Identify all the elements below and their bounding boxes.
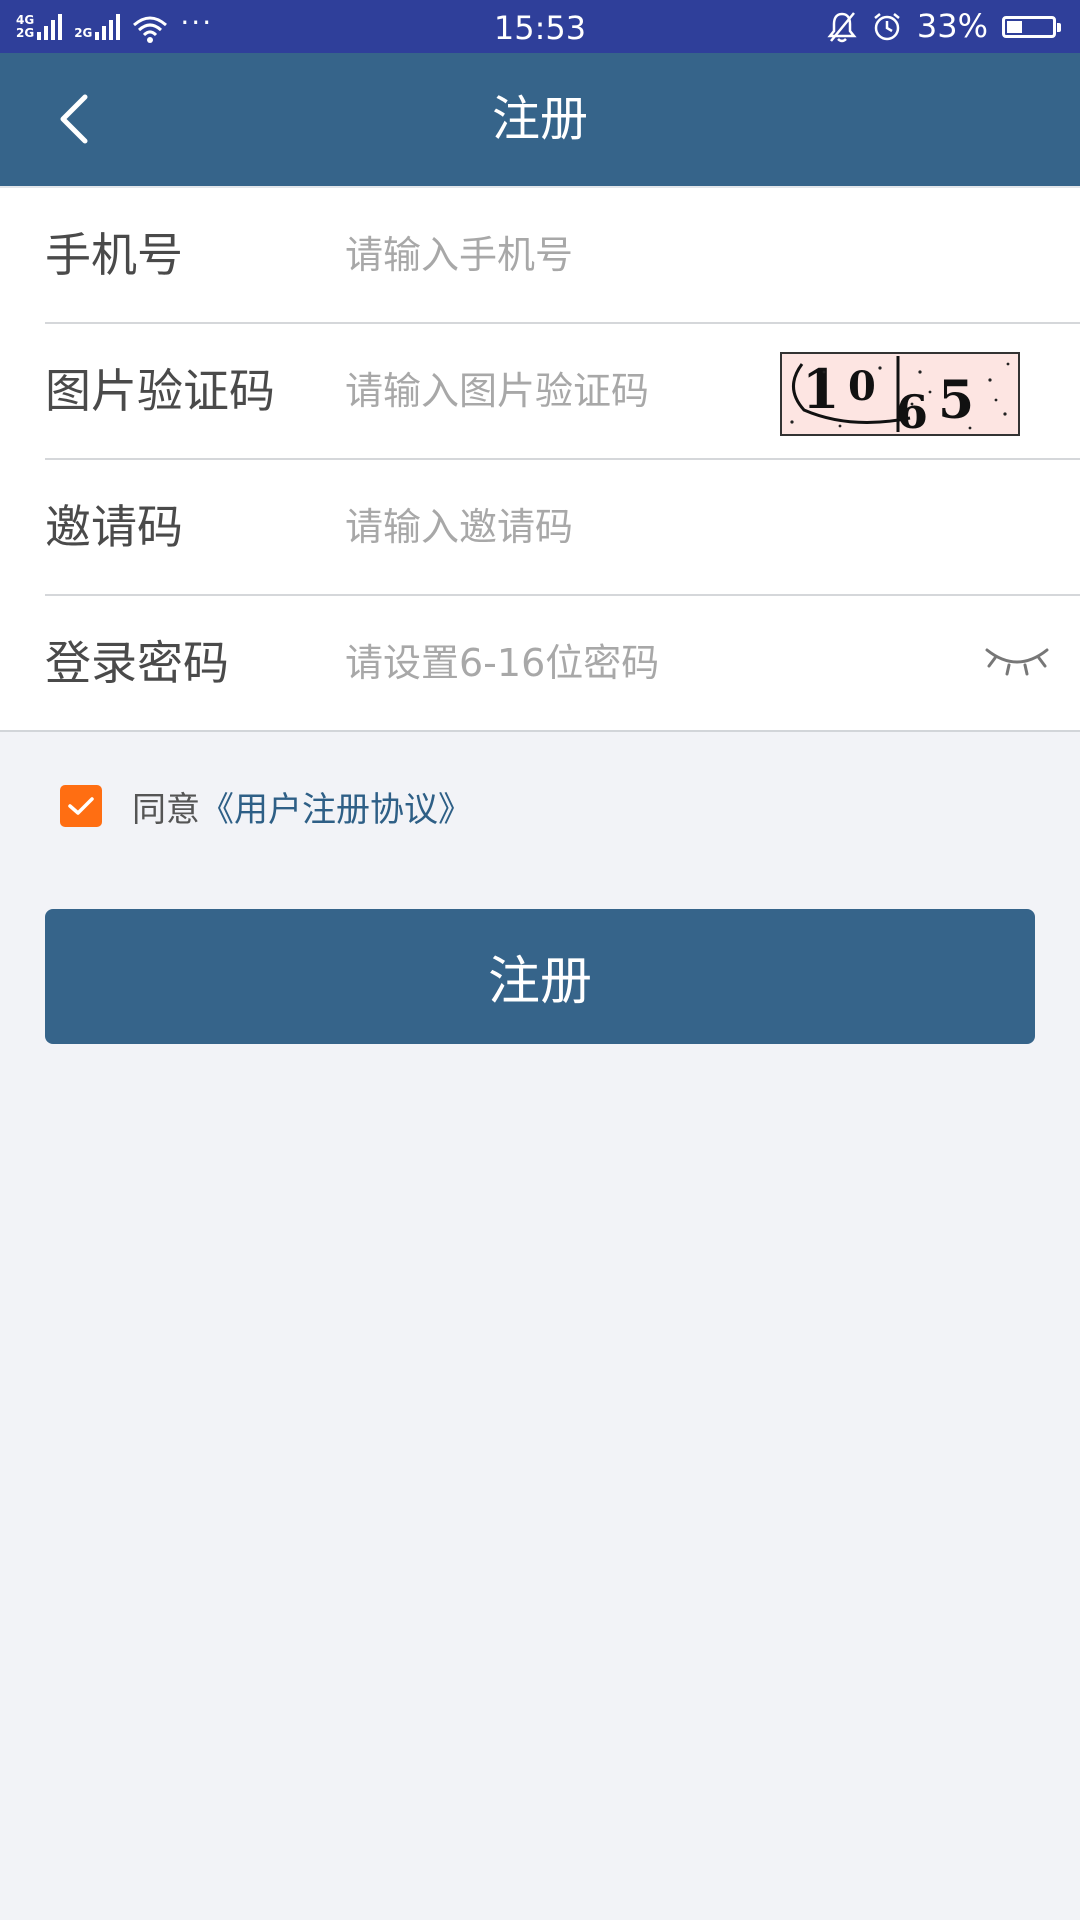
password-row: 登录密码	[45, 596, 1080, 730]
phone-label: 手机号	[45, 228, 183, 282]
phone-row: 手机号	[45, 188, 1080, 324]
captcha-row: 图片验证码 1 0 6 5	[45, 324, 1080, 460]
register-form: 手机号 图片验证码 1 0 6 5 邀请码 登录密码	[0, 186, 1080, 732]
captcha-char: 0	[848, 363, 876, 410]
alarm-clock-icon	[874, 12, 900, 40]
captcha-char: 1	[802, 357, 840, 421]
captcha-label: 图片验证码	[45, 364, 275, 418]
register-button[interactable]: 注册	[45, 909, 1035, 1044]
agreement-row: 同意 《用户注册协议》	[60, 782, 472, 831]
bell-muted-icon	[827, 11, 857, 42]
user-agreement-link[interactable]: 《用户注册协议》	[200, 782, 472, 831]
checkmark-icon	[68, 797, 94, 815]
battery-icon	[1002, 15, 1061, 38]
invite-input[interactable]	[345, 494, 795, 560]
phone-input[interactable]	[345, 222, 795, 288]
password-input[interactable]	[345, 630, 795, 696]
battery-percent: 33%	[916, 7, 988, 45]
app-header: 注册	[0, 53, 1080, 186]
agreement-prefix: 同意	[132, 789, 200, 830]
password-label: 登录密码	[45, 636, 229, 690]
battery-level-fill	[1007, 20, 1022, 33]
status-right: 33%	[827, 0, 1062, 53]
eye-closed-icon[interactable]	[983, 636, 1051, 688]
invite-label: 邀请码	[45, 500, 183, 554]
captcha-char: 5	[938, 370, 974, 431]
captcha-input[interactable]	[345, 358, 745, 424]
status-bar: 4G 2G 2G ··· 15:53 33%	[0, 0, 1080, 53]
invite-row: 邀请码	[45, 460, 1080, 596]
captcha-image[interactable]: 1 0 6 5	[780, 352, 1020, 436]
page-title: 注册	[491, 91, 588, 147]
agreement-checkbox[interactable]	[60, 785, 102, 827]
captcha-char: 6	[896, 385, 928, 436]
